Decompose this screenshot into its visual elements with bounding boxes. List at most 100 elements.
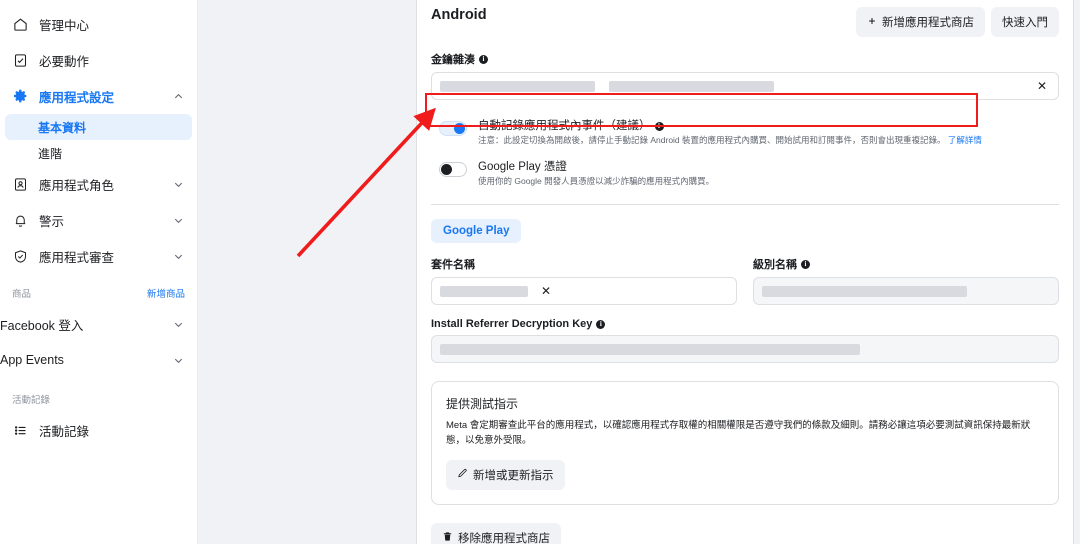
redacted-value [762,285,967,297]
gear-icon [10,86,30,106]
info-icon[interactable]: i [654,121,664,131]
add-app-store-button[interactable]: 新增應用程式商店 [856,7,985,37]
remove-app-store-label: 移除應用程式商店 [458,533,550,544]
google-play-credentials-note-text: 使用你的 Google 開發人員憑證以減少詐騙的應用程式內購買。 [478,176,715,186]
sidebar-item-label: 警示 [39,214,65,229]
sidebar-item-label: 應用程式設定 [39,90,115,105]
redacted-value [609,80,774,92]
info-icon[interactable]: i [596,319,606,329]
google-play-credentials-title: Google Play 憑證 [478,161,567,173]
remove-app-store-button[interactable]: 移除應用程式商店 [431,523,561,544]
add-update-instructions-button[interactable]: 新增或更新指示 [446,460,565,490]
sidebar-item-app-settings[interactable]: 應用程式設定 [0,78,197,114]
key-hash-input[interactable]: ✕ [431,72,1059,100]
toggle-knob [441,164,452,175]
chevron-down-icon[interactable] [171,249,185,263]
decryption-key-label-row: Install Referrer Decryption Key i [431,318,1059,330]
class-name-label-row: 級別名稱 i [753,256,1059,272]
products-section-header: 商品 新增商品 [0,280,197,306]
google-play-credentials-toggle[interactable] [439,162,467,177]
info-icon[interactable]: i [801,259,810,269]
chevron-down-icon[interactable] [171,353,185,367]
test-instructions-text: Meta 會定期審查此平台的應用程式，以確認應用程式存取權的相關權限是否遵守我們… [446,420,1031,446]
decryption-key-input[interactable] [431,335,1059,363]
key-hash-label: 金鑰雜湊 [431,54,475,66]
platform-card-header: Android 新增應用程式商店 快速入門 [431,7,1059,37]
add-update-instructions-label: 新增或更新指示 [473,470,554,482]
google-play-chip[interactable]: Google Play [431,219,522,243]
key-hash-label-row: 金鑰雜湊 i [431,51,1059,67]
products-section-title: 商品 [12,289,32,300]
sidebar-subitem-label: 進階 [38,146,63,161]
close-icon[interactable]: ✕ [1034,78,1050,94]
auto-log-events-title: 自動記錄應用程式內事件（建議） [478,120,651,132]
user-card-icon [10,174,30,194]
sidebar-item-label: 應用程式角色 [39,178,115,193]
main-content: Android 新增應用程式商店 快速入門 金鑰雜湊 i ✕ 自動記錄應用程式內… [410,0,1080,544]
package-name-input[interactable]: ✕ [431,277,737,305]
list-icon [10,420,30,440]
add-app-store-label: 新增應用程式商店 [882,17,974,29]
sidebar-item-facebook-login[interactable]: Facebook 登入 [0,306,197,342]
sidebar: 管理中心 必要動作 應用程式設定 基本資料 進階 應用程式角色 警示 應用程式審… [0,0,198,544]
store-fields-grid: 套件名稱 ✕ 級別名稱 i [431,256,1059,305]
app-root: 管理中心 必要動作 應用程式設定 基本資料 進階 應用程式角色 警示 應用程式審… [0,0,1080,544]
sidebar-item-basic-info[interactable]: 基本資料 [5,114,192,140]
sidebar-item-label: 應用程式審查 [39,250,115,265]
activity-section-title: 活動記錄 [12,395,51,406]
sidebar-item-advanced[interactable]: 進階 [5,140,192,166]
toggle-list: 自動記錄應用程式內事件（建議） i 注意：此設定切換為開啟後，請停止手動記錄 A… [431,100,1059,192]
sidebar-item-label: 必要動作 [39,54,90,69]
auto-log-events-row: 自動記錄應用程式內事件（建議） i 注意：此設定切換為開啟後，請停止手動記錄 A… [431,114,1059,151]
sidebar-item-activity-log[interactable]: 活動記錄 [0,412,197,448]
activity-section-header: 活動記錄 [0,386,197,412]
add-product-link[interactable]: 新增商品 [147,286,185,300]
sidebar-item-app-review[interactable]: 應用程式審查 [0,238,197,274]
sidebar-subitem-label: 基本資料 [38,120,87,135]
sidebar-item-label: Facebook 登入 [0,318,84,333]
package-name-field: 套件名稱 ✕ [431,256,737,305]
class-name-label: 級別名稱 [753,259,797,271]
redacted-value [440,80,595,92]
quick-start-label: 快速入門 [1002,17,1048,29]
toggle-knob [454,123,465,134]
test-instructions-title: 提供測試指示 [446,397,519,411]
chevron-down-icon[interactable] [171,317,185,331]
package-name-label: 套件名稱 [431,259,475,271]
redacted-value [440,343,860,355]
google-play-credentials-title-row: Google Play 憑證 [478,160,1059,174]
sidebar-item-label: App Events [0,353,64,367]
quick-start-button[interactable]: 快速入門 [991,7,1059,37]
section-divider [431,204,1059,205]
auto-log-events-note-text: 注意：此設定切換為開啟後，請停止手動記錄 Android 裝置的應用程式內購買、… [478,135,946,145]
auto-log-events-title-row: 自動記錄應用程式內事件（建議） i [478,119,1059,133]
sidebar-item-app-events[interactable]: App Events [0,342,197,378]
learn-more-link[interactable]: 了解詳情 [948,135,982,145]
class-name-field: 級別名稱 i [753,256,1059,305]
page-title: Android [431,7,487,23]
package-name-label-row: 套件名稱 [431,256,737,272]
chevron-down-icon[interactable] [171,213,185,227]
redacted-value [440,285,528,297]
trash-icon [442,531,453,544]
android-platform-card: Android 新增應用程式商店 快速入門 金鑰雜湊 i ✕ 自動記錄應用程式內… [416,0,1074,544]
test-instructions-box: 提供測試指示 Meta 會定期審查此平台的應用程式，以確認應用程式存取權的相關權… [431,381,1059,505]
sidebar-item-admin-center[interactable]: 管理中心 [0,6,197,42]
sidebar-item-app-roles[interactable]: 應用程式角色 [0,166,197,202]
header-button-group: 新增應用程式商店 快速入門 [856,7,1059,37]
class-name-input[interactable] [753,277,1059,305]
bell-icon [10,210,30,230]
sidebar-item-label: 活動記錄 [39,424,90,439]
chevron-down-icon[interactable] [171,177,185,191]
shield-check-icon [10,246,30,266]
clipboard-check-icon [10,50,30,70]
close-icon[interactable]: ✕ [538,283,554,299]
auto-log-events-toggle[interactable] [439,121,467,136]
google-play-credentials-note: 使用你的 Google 開發人員憑證以減少詐騙的應用程式內購買。 [478,175,1059,188]
sidebar-item-required-actions[interactable]: 必要動作 [0,42,197,78]
chevron-up-icon[interactable] [171,89,185,103]
pencil-icon [457,468,468,482]
sidebar-item-alerts[interactable]: 警示 [0,202,197,238]
info-icon[interactable]: i [479,54,488,64]
auto-log-events-note: 注意：此設定切換為開啟後，請停止手動記錄 Android 裝置的應用程式內購買、… [478,134,1059,147]
